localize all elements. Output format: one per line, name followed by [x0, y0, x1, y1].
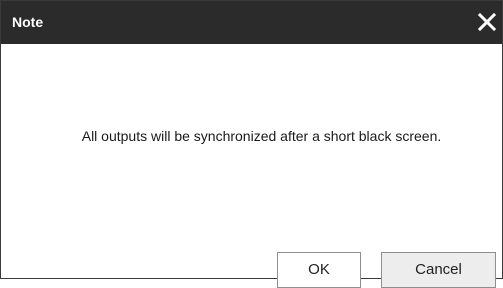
dialog-message: All outputs will be synchronized after a… [81, 128, 442, 144]
dialog-titlebar: Note [1, 1, 502, 44]
note-dialog: Note All outputs will be synchronized af… [0, 0, 503, 288]
ok-button[interactable]: OK [277, 252, 361, 288]
close-button[interactable] [475, 10, 499, 34]
dialog-title: Note [12, 14, 44, 30]
cancel-button[interactable]: Cancel [381, 252, 496, 288]
close-icon [477, 12, 497, 32]
